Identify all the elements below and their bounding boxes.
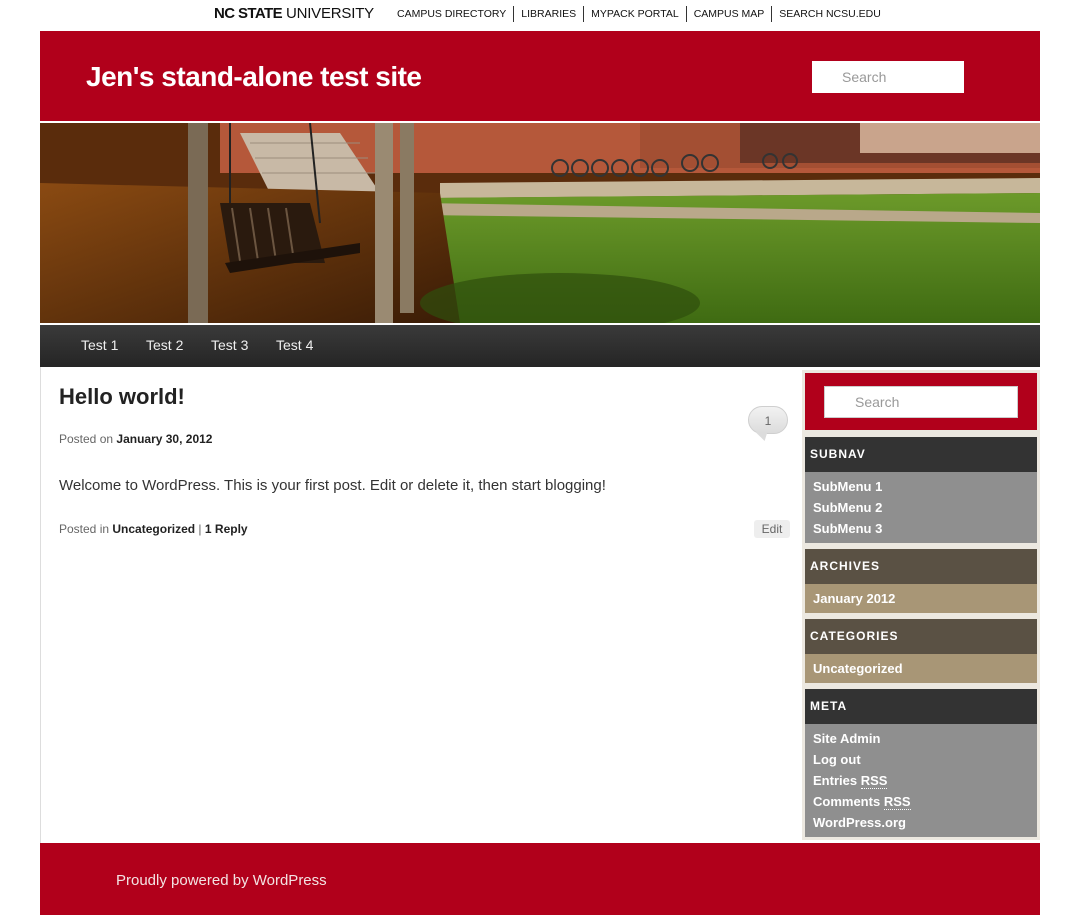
submenu-1-link[interactable]: SubMenu 1 <box>805 476 1037 497</box>
logo-bold-text: NC STATE <box>214 5 283 22</box>
comment-count-bubble[interactable]: 1 <box>748 406 788 434</box>
comment-count: 1 <box>764 414 772 428</box>
comments-label: Comments <box>813 794 881 809</box>
entries-rss-abbr: RSS <box>860 773 888 789</box>
site-title[interactable]: Jen's stand-alone test site <box>86 61 422 93</box>
campus-directory-link[interactable]: CAMPUS DIRECTORY <box>390 6 513 22</box>
entries-label: Entries <box>813 773 858 788</box>
categories-heading: CATEGORIES <box>805 619 1037 654</box>
archive-january-2012-link[interactable]: January 2012 <box>805 588 1037 609</box>
main-nav: Test 1 Test 2 Test 3 Test 4 <box>40 325 1040 367</box>
nav-item-test-4[interactable]: Test 4 <box>276 337 313 353</box>
nav-item-test-3[interactable]: Test 3 <box>211 337 248 353</box>
logo-rest-text: UNIVERSITY <box>285 5 374 22</box>
edit-post-button[interactable]: Edit <box>754 520 790 538</box>
comments-rss-link[interactable]: Comments RSS <box>805 791 1037 812</box>
meta-list: Site Admin Log out Entries RSS Comments … <box>805 724 1037 837</box>
search-ncsu-link[interactable]: SEARCH NCSU.EDU <box>771 6 888 22</box>
banner-image <box>40 123 1040 323</box>
comments-rss-abbr: RSS <box>883 794 911 810</box>
wordpress-org-link[interactable]: WordPress.org <box>805 812 1037 833</box>
site-footer: Proudly powered by WordPress <box>40 843 1040 915</box>
posted-on-label: Posted on <box>59 432 114 446</box>
site-admin-link[interactable]: Site Admin <box>805 728 1037 749</box>
utility-links: CAMPUS DIRECTORY LIBRARIES MYPACK PORTAL… <box>390 6 888 22</box>
posted-in-label: Posted in <box>59 522 110 536</box>
reply-link[interactable]: 1 Reply <box>205 522 248 536</box>
subnav-heading: SUBNAV <box>805 437 1037 472</box>
submenu-2-link[interactable]: SubMenu 2 <box>805 497 1037 518</box>
utility-bar: NC STATE UNIVERSITY CAMPUS DIRECTORY LIB… <box>0 0 1083 30</box>
meta-heading: META <box>805 689 1037 724</box>
nav-item-test-2[interactable]: Test 2 <box>146 337 183 353</box>
category-uncategorized-link[interactable]: Uncategorized <box>805 658 1037 679</box>
categories-list: Uncategorized <box>805 654 1037 683</box>
post-title[interactable]: Hello world! <box>59 384 185 410</box>
post-body: Welcome to WordPress. This is your first… <box>59 477 606 494</box>
subnav-list: SubMenu 1 SubMenu 2 SubMenu 3 <box>805 472 1037 543</box>
libraries-link[interactable]: LIBRARIES <box>513 6 583 22</box>
log-out-link[interactable]: Log out <box>805 749 1037 770</box>
post-date-line: Posted on January 30, 2012 <box>59 432 212 446</box>
mypack-portal-link[interactable]: MYPACK PORTAL <box>583 6 686 22</box>
university-logo[interactable]: NC STATE UNIVERSITY <box>214 5 374 22</box>
entries-rss-link[interactable]: Entries RSS <box>805 770 1037 791</box>
site-header: Jen's stand-alone test site <box>40 31 1040 121</box>
archives-heading: ARCHIVES <box>805 549 1037 584</box>
submenu-3-link[interactable]: SubMenu 3 <box>805 518 1037 539</box>
sidebar-search-input[interactable] <box>824 386 1018 418</box>
campus-map-link[interactable]: CAMPUS MAP <box>685 6 772 22</box>
footer-credit-link[interactable]: Proudly powered by WordPress <box>116 872 327 889</box>
meta-separator: | <box>198 522 202 536</box>
header-search-input[interactable] <box>812 61 964 93</box>
post-date-link[interactable]: January 30, 2012 <box>116 432 212 446</box>
content-left-border <box>40 367 41 843</box>
nav-item-test-1[interactable]: Test 1 <box>81 337 118 353</box>
campus-photo-icon <box>40 123 1040 323</box>
category-link[interactable]: Uncategorized <box>112 522 195 536</box>
post-meta-footer: Posted in Uncategorized | 1 Reply <box>59 522 248 536</box>
archives-list: January 2012 <box>805 584 1037 613</box>
